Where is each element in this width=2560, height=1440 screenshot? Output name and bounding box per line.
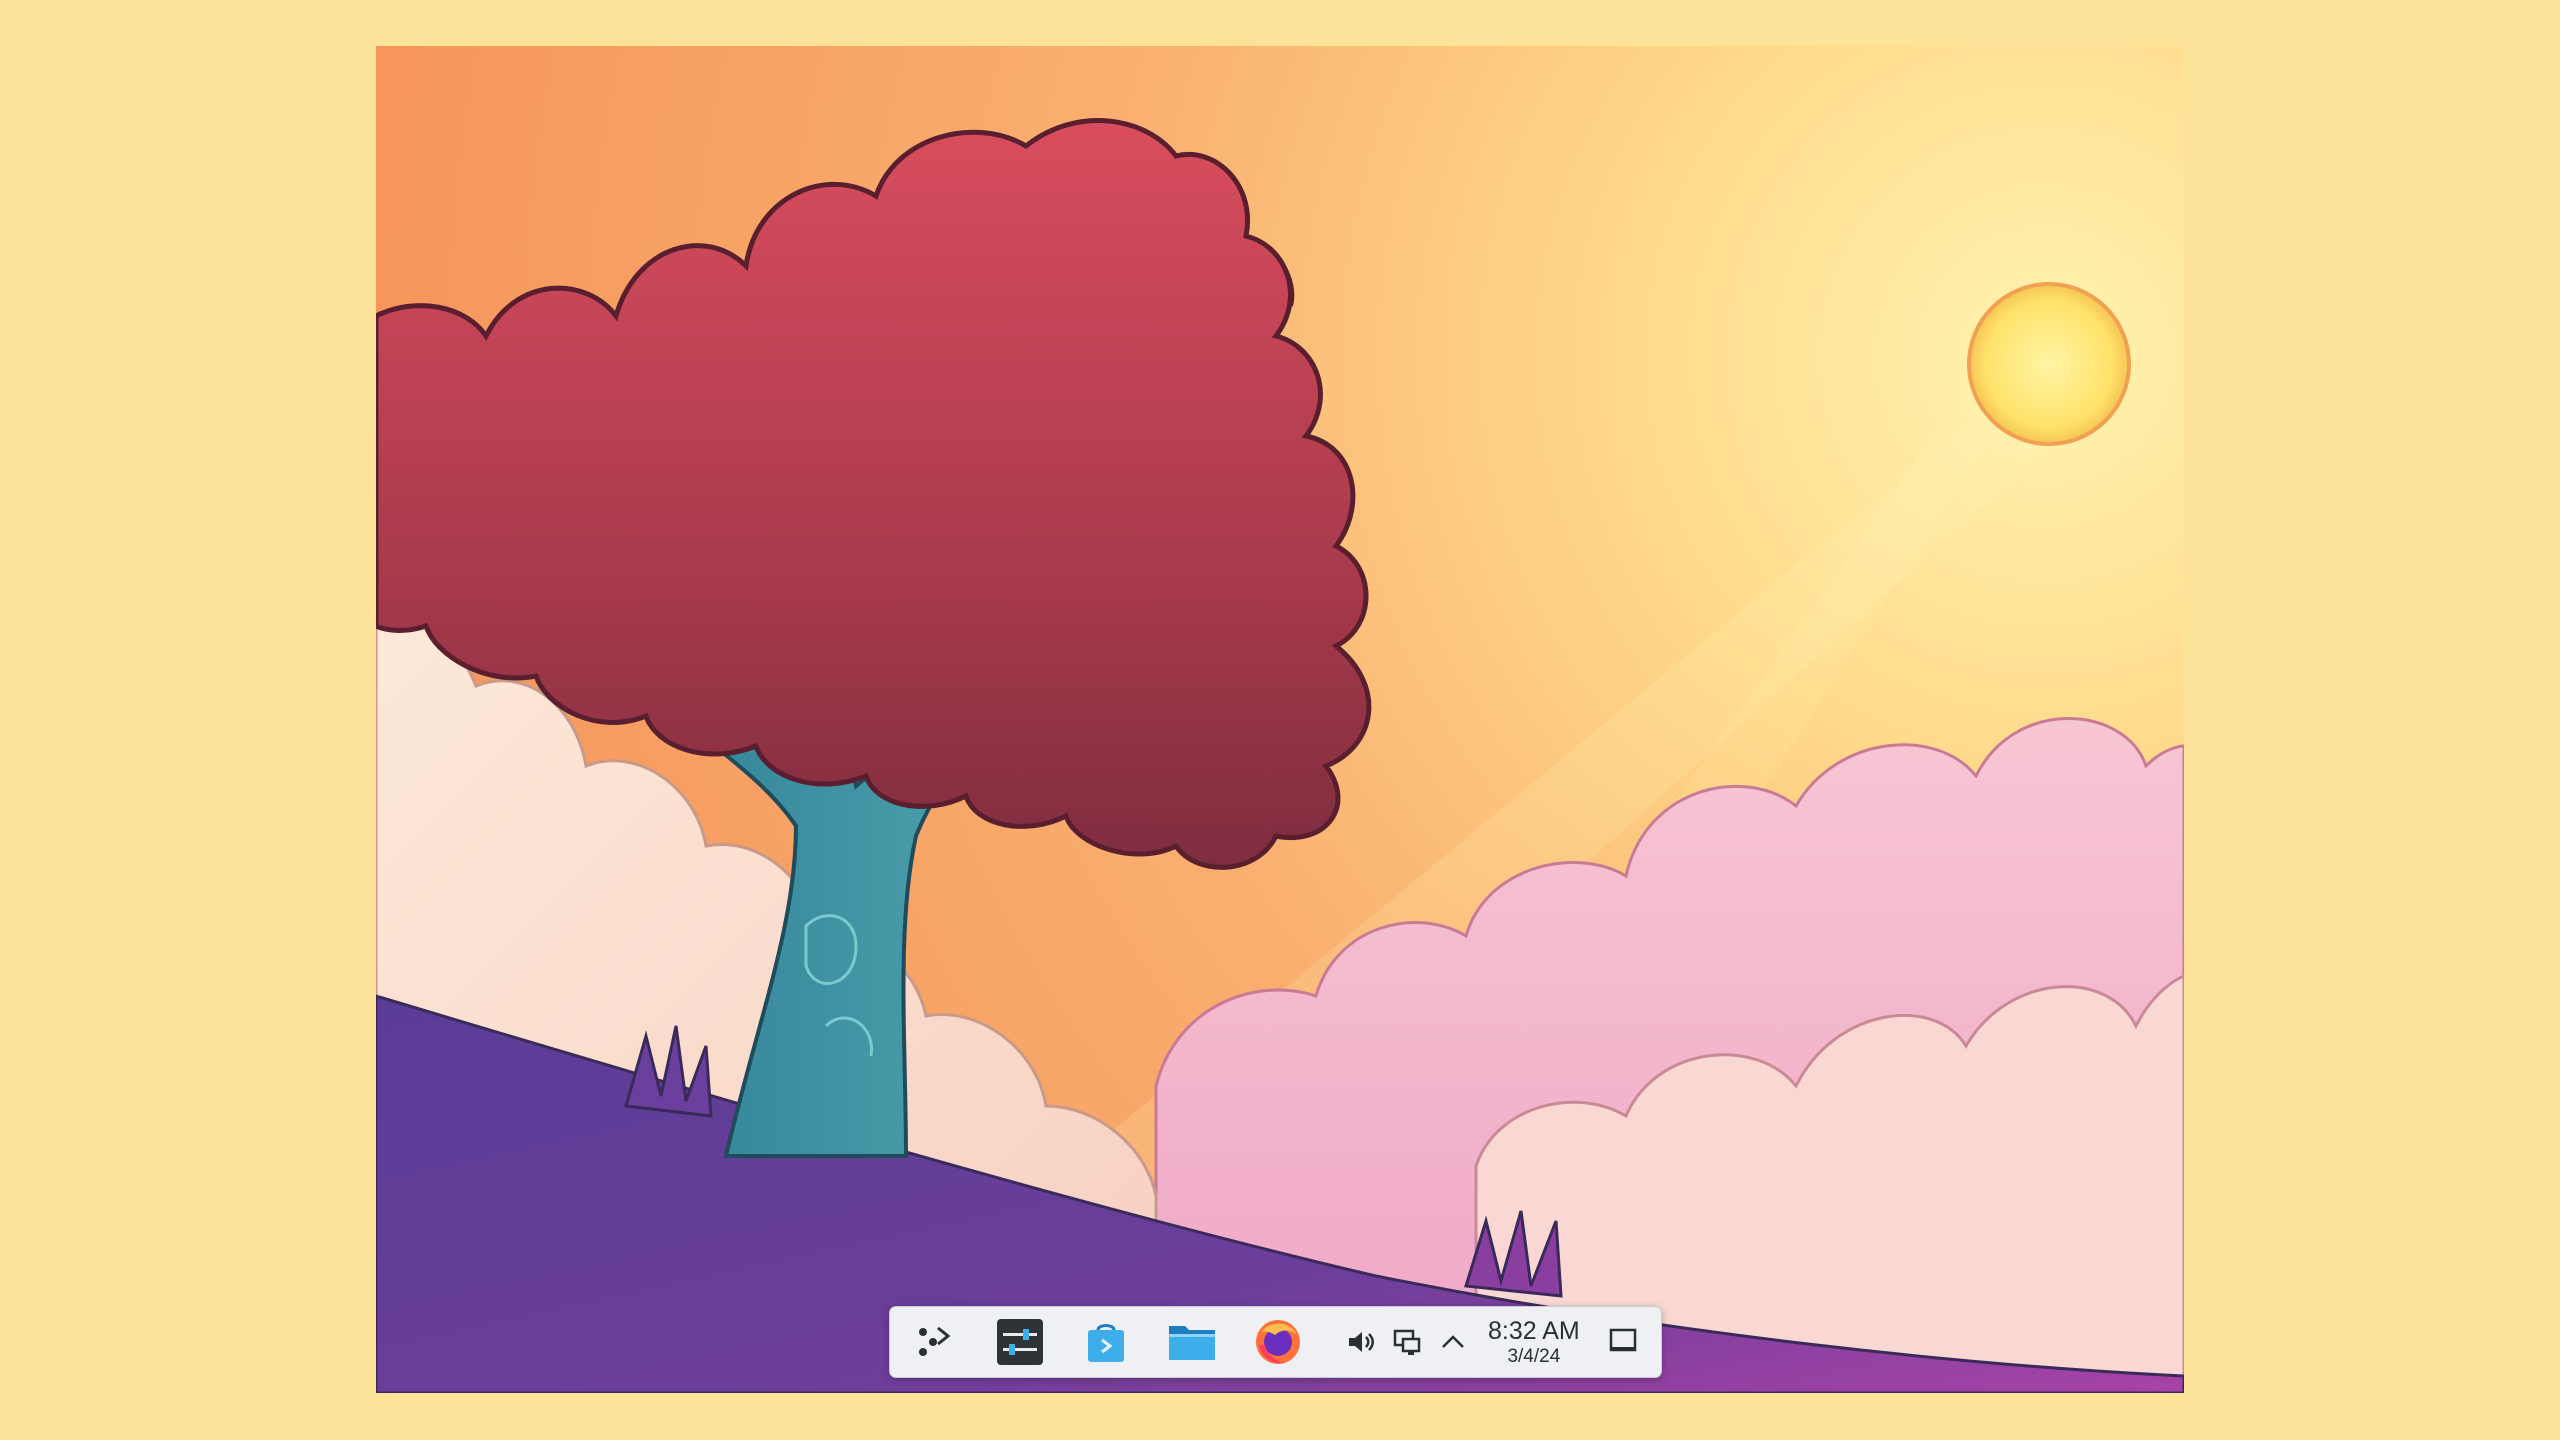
volume-icon[interactable]: [1340, 1321, 1382, 1363]
system-tray: [1340, 1307, 1478, 1377]
network-icon[interactable]: [1386, 1321, 1428, 1363]
discover-button[interactable]: [1074, 1310, 1138, 1374]
firefox-button[interactable]: [1246, 1310, 1310, 1374]
sunset-tree-wallpaper: [376, 46, 2184, 1393]
clock-time: 8:32 AM: [1488, 1316, 1580, 1345]
plasma-launcher-icon: [914, 1322, 954, 1362]
show-desktop-icon: [1608, 1325, 1638, 1360]
store-bag-icon: [1084, 1320, 1128, 1364]
firefox-icon: [1253, 1317, 1303, 1367]
expand-arrow-icon[interactable]: [1432, 1321, 1474, 1363]
system-settings-button[interactable]: [988, 1310, 1052, 1374]
clock-date: 3/4/24: [1507, 1345, 1561, 1367]
show-desktop-button[interactable]: [1602, 1321, 1644, 1363]
settings-sliders-icon: [997, 1319, 1043, 1365]
application-launcher-button[interactable]: [902, 1310, 966, 1374]
digital-clock[interactable]: 8:32 AM 3/4/24: [1488, 1316, 1580, 1367]
taskbar-panel: 8:32 AM 3/4/24: [889, 1306, 1662, 1378]
desktop[interactable]: 8:32 AM 3/4/24: [376, 46, 2184, 1393]
file-manager-button[interactable]: [1160, 1310, 1224, 1374]
folder-icon: [1167, 1320, 1217, 1364]
